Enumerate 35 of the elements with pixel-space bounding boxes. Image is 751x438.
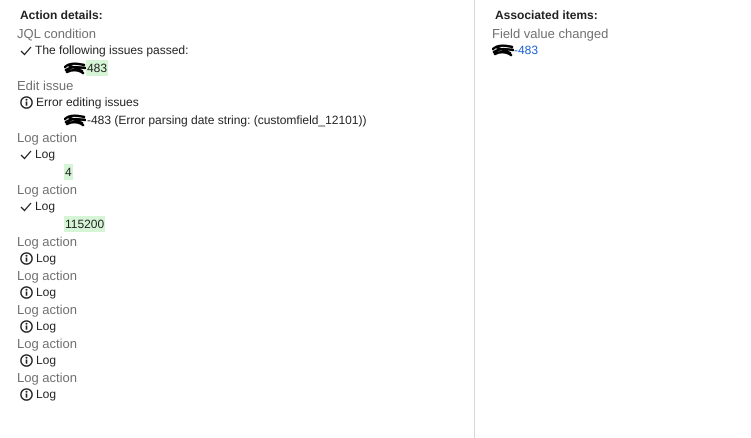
info-icon xyxy=(20,354,33,367)
action-title: Log action xyxy=(17,369,78,386)
status-message: Log xyxy=(36,250,56,267)
action-title: Log action xyxy=(17,181,78,198)
info-icon xyxy=(20,320,33,333)
detail-text: 4 xyxy=(64,164,73,180)
detail-text: 483 xyxy=(86,60,108,76)
detail-text: 115200 xyxy=(64,216,106,232)
detail-text: -483 (Error parsing date string: (customfield_12101)) xyxy=(86,112,368,128)
action-title: Edit issue xyxy=(17,77,74,94)
issue-link[interactable]: -483 xyxy=(514,42,538,58)
action-title: JQL condition xyxy=(17,25,98,42)
info-icon xyxy=(20,252,33,265)
action-title: Log action xyxy=(17,301,78,318)
info-icon xyxy=(20,286,33,299)
status-message: Log xyxy=(36,352,56,369)
status-message: Error editing issues xyxy=(36,94,139,111)
action-title: Log action xyxy=(17,129,78,146)
status-message: Log xyxy=(36,284,56,301)
status-message: Log xyxy=(36,386,56,403)
check-icon xyxy=(20,46,32,56)
info-icon xyxy=(20,96,33,109)
action-title: Log action xyxy=(17,233,78,250)
action-title: Log action xyxy=(17,267,78,284)
check-icon xyxy=(20,202,32,212)
item-label: Field value changed xyxy=(492,25,610,42)
check-icon xyxy=(20,150,32,160)
section-heading: Action details: xyxy=(20,7,104,23)
info-icon xyxy=(20,388,33,401)
status-message: Log xyxy=(36,318,56,335)
status-message: Log xyxy=(35,198,56,215)
section-heading: Associated items: xyxy=(495,7,599,23)
status-message: The following issues passed: xyxy=(35,42,188,59)
action-title: Log action xyxy=(17,335,78,352)
status-message: Log xyxy=(35,146,56,163)
